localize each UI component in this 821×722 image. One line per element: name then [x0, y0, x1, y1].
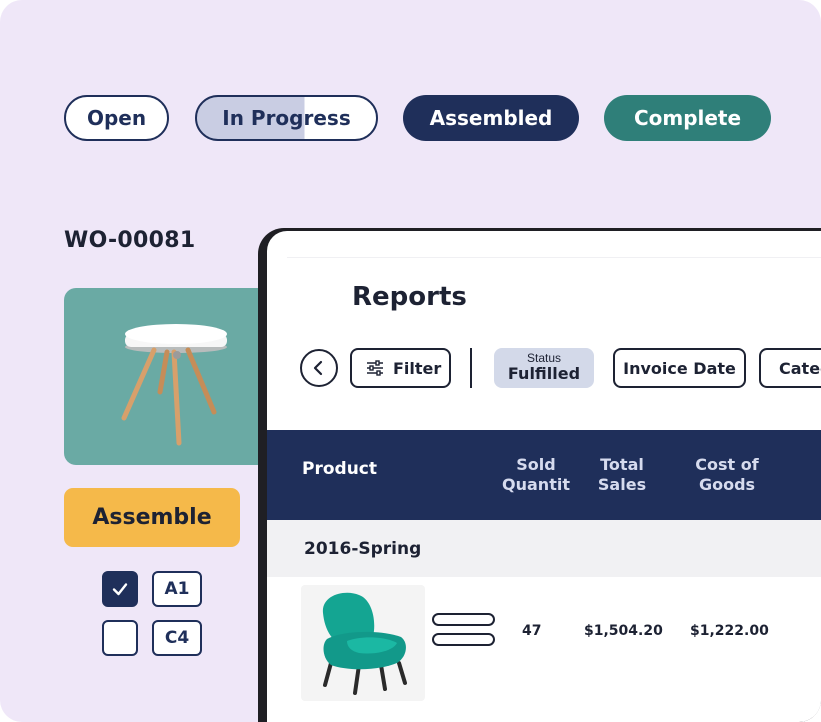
column-header-sold-quantity[interactable]: Sold Quantit	[497, 455, 575, 495]
product-thumbnail	[301, 585, 425, 701]
chevron-left-icon	[313, 360, 323, 376]
status-pill-in-progress[interactable]: In Progress	[195, 95, 378, 141]
cell-sold-quantity: 47	[522, 623, 542, 639]
work-order-number: WO-00081	[64, 228, 196, 253]
armchair-icon	[322, 592, 407, 695]
location-tag-c4: C4	[152, 620, 202, 656]
checkbox-c4[interactable]	[102, 620, 138, 656]
total-sales-line-2: Sales	[597, 475, 647, 494]
status-pill-complete[interactable]: Complete	[604, 95, 771, 141]
page-title: Reports	[352, 282, 467, 312]
filter-label: Filter	[393, 358, 442, 378]
total-sales-line-1: Total	[600, 455, 644, 474]
status-filter-label: Status	[526, 351, 562, 365]
table-icon	[121, 324, 227, 446]
toolbar-divider	[470, 348, 472, 388]
checkmark-icon	[112, 583, 128, 596]
checkbox-a1[interactable]	[102, 571, 138, 607]
sold-quantity-line-2: Quantit	[502, 475, 570, 494]
product-name-placeholder	[432, 613, 495, 626]
group-label: 2016-Spring	[304, 539, 422, 559]
location-tag-a1: A1	[152, 571, 202, 607]
status-pill-assembled[interactable]: Assembled	[403, 95, 579, 141]
status-pill-open[interactable]: Open	[64, 95, 169, 141]
table-group-row: 2016-Spring	[267, 520, 821, 577]
back-button[interactable]	[300, 349, 338, 387]
table-row[interactable]: 47 $1,504.20 $1,222.00	[267, 577, 821, 717]
status-filter-value: Fulfilled	[507, 364, 581, 383]
reports-panel-content: Reports Filter Status Fulfilled Invoice …	[267, 231, 821, 722]
assemble-button[interactable]: Assemble	[64, 488, 240, 547]
panel-divider	[287, 257, 821, 258]
canvas: Open In Progress Assembled Complete WO-0…	[0, 0, 821, 722]
filter-sliders-icon	[367, 360, 383, 376]
column-header-product[interactable]: Product	[302, 459, 377, 479]
reports-panel: Reports Filter Status Fulfilled Invoice …	[258, 228, 821, 722]
product-image-tile	[64, 288, 274, 465]
column-header-cost-of-goods[interactable]: Cost of Goods	[687, 455, 767, 495]
filter-button[interactable]: Filter	[350, 348, 451, 388]
cost-of-goods-line-2: Goods	[698, 475, 756, 494]
category-filter-chip[interactable]: Categ	[759, 348, 821, 388]
sold-quantity-line-1: Sold	[516, 455, 556, 474]
table-header: Product Sold Quantit Total Sales Cost of…	[267, 430, 821, 520]
cell-cost-of-goods: $1,222.00	[690, 623, 769, 639]
cost-of-goods-line-1: Cost of	[695, 455, 759, 474]
invoice-date-filter-chip[interactable]: Invoice Date	[613, 348, 746, 388]
cell-total-sales: $1,504.20	[584, 623, 663, 639]
column-header-total-sales[interactable]: Total Sales	[592, 455, 652, 495]
product-sku-placeholder	[432, 633, 495, 646]
status-filter-chip[interactable]: Status Fulfilled	[494, 348, 594, 388]
